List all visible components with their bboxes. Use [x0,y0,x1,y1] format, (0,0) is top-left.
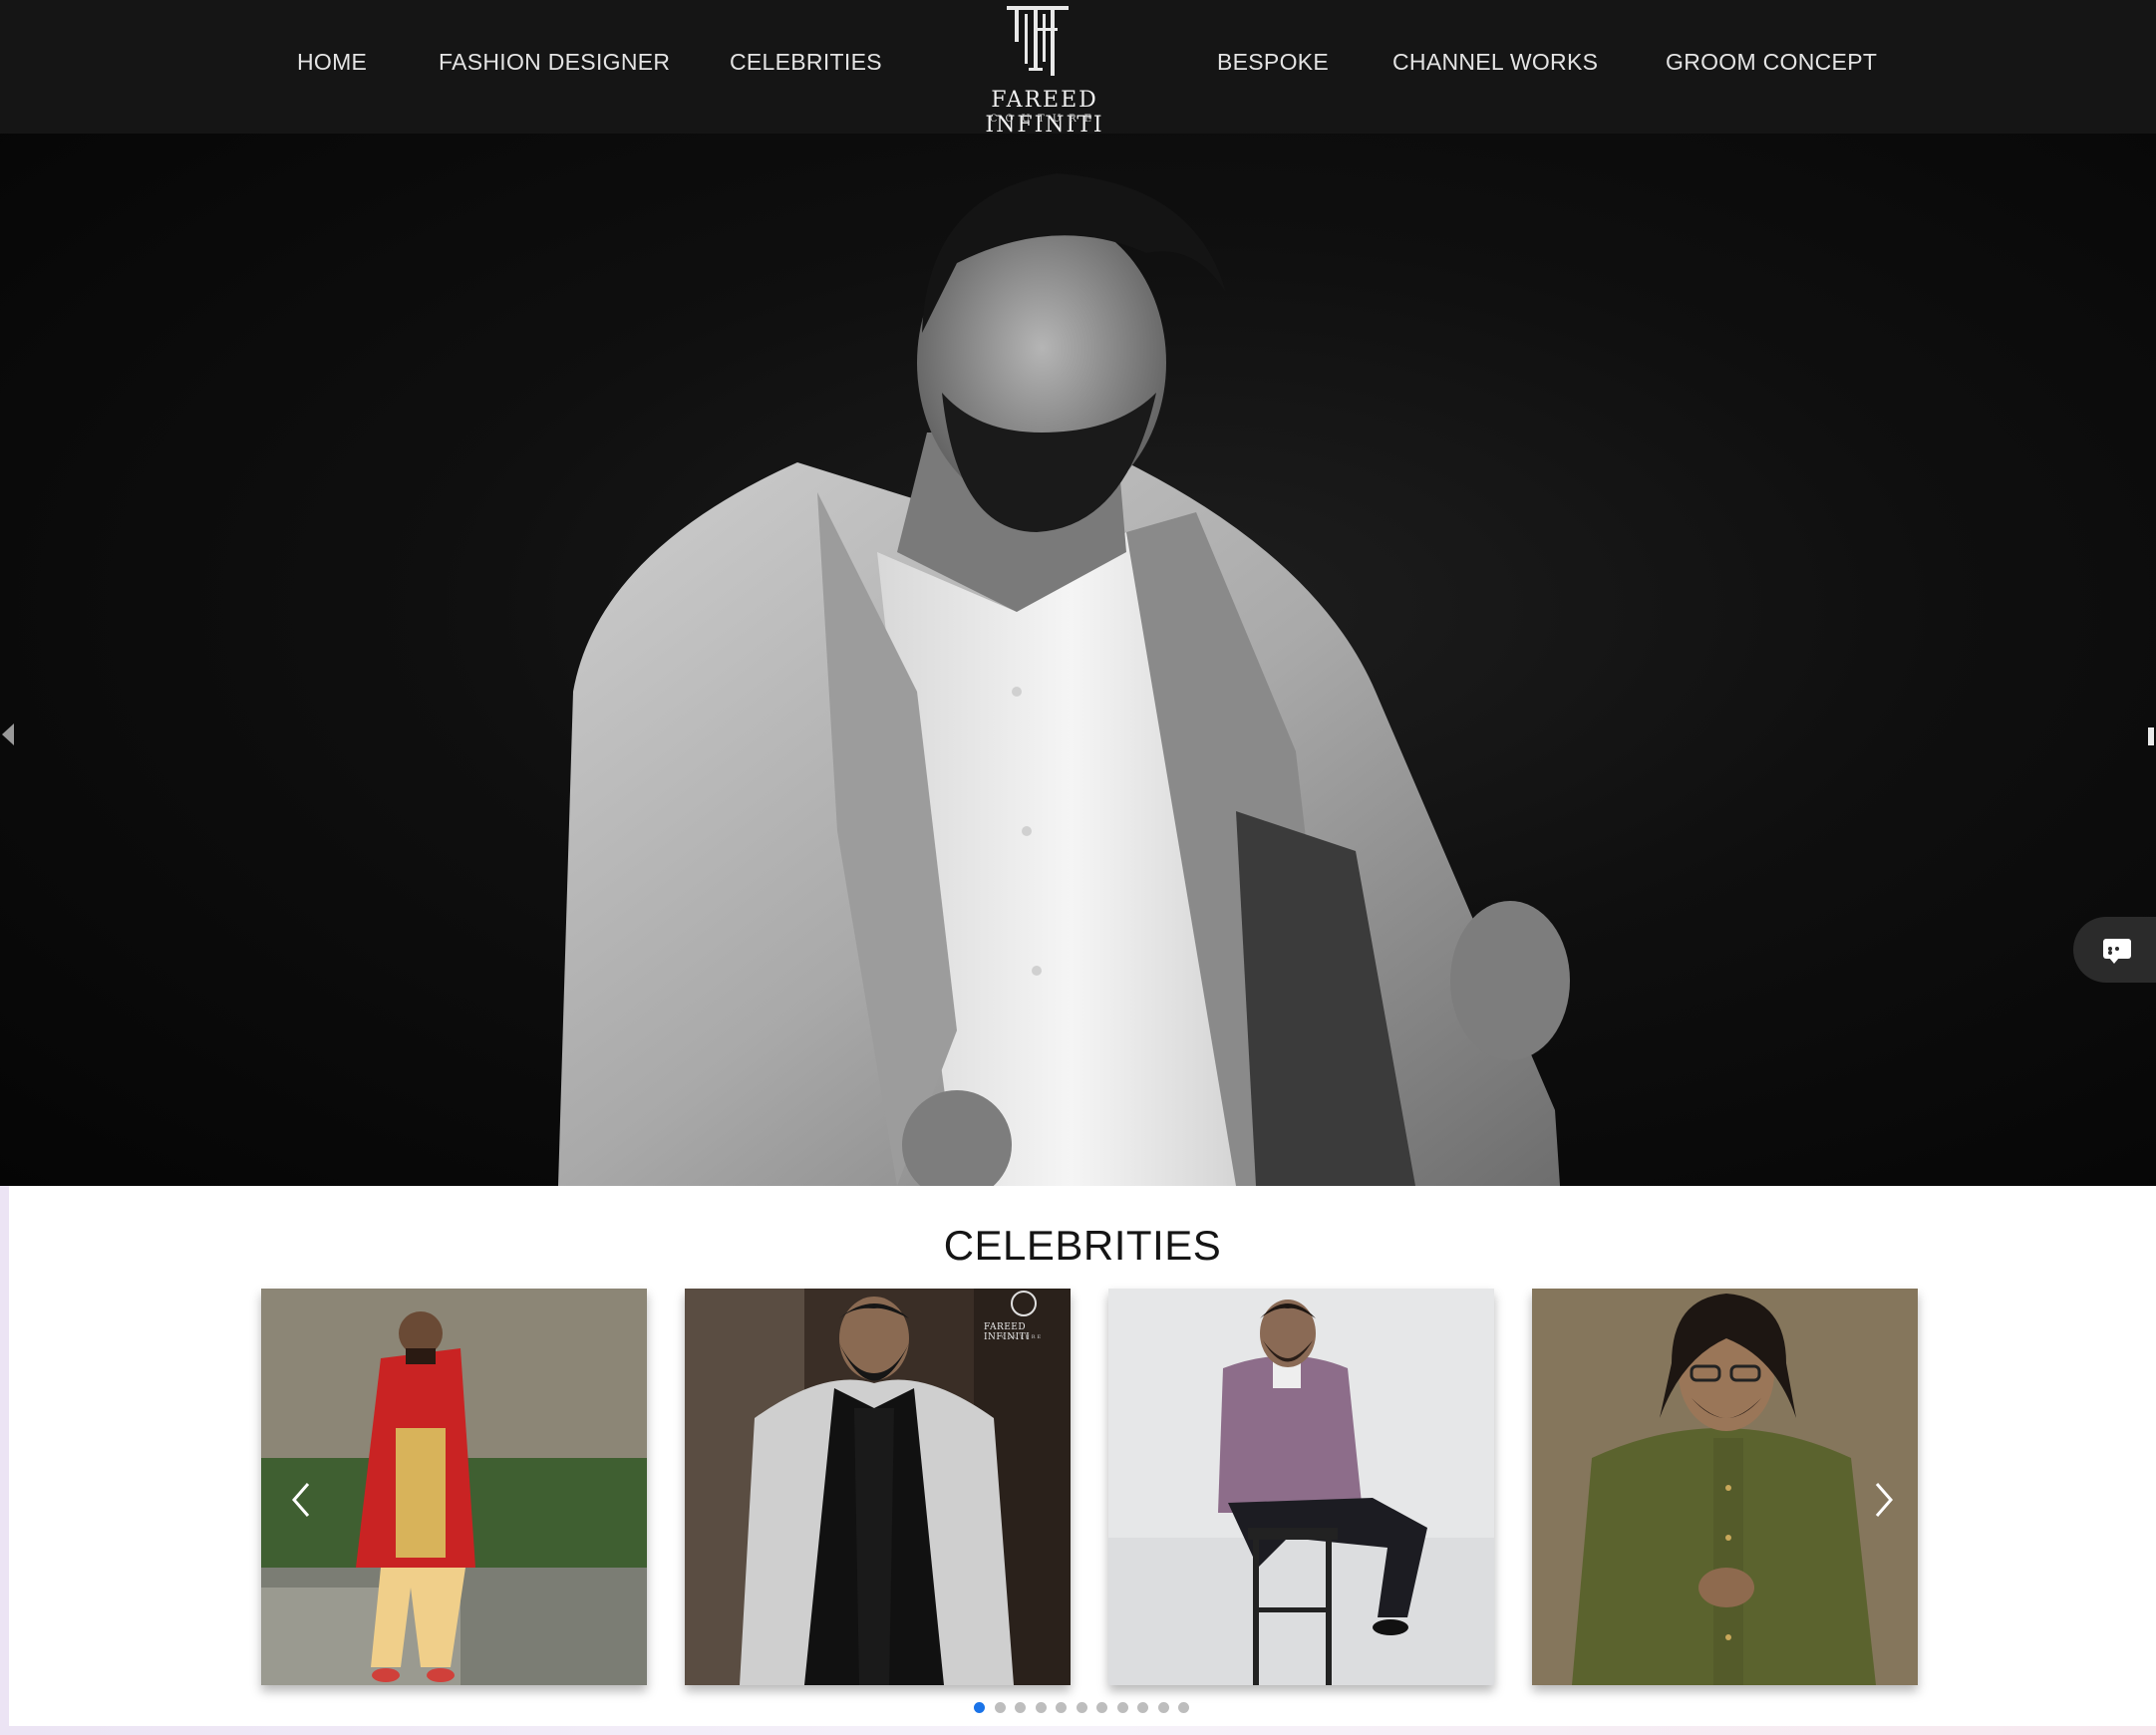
pagination-dot[interactable] [1116,1702,1128,1713]
pagination-dot[interactable] [1096,1702,1107,1713]
nav-bespoke[interactable]: BESPOKE [1217,49,1329,76]
pagination-dot[interactable] [1076,1702,1087,1713]
hero-slider [0,134,2156,1186]
pagination-dot[interactable] [1035,1702,1047,1713]
pagination-dot[interactable] [1137,1702,1148,1713]
celebrity-card-3[interactable] [1108,1289,1494,1685]
nav-celebrities[interactable]: CELEBRITIES [730,49,882,76]
celebrity-card-1[interactable] [261,1289,647,1685]
section-title: CELEBRITIES [943,1222,1222,1269]
chat-button[interactable] [2073,917,2156,983]
card-watermark-sub: COUTURE [1002,1334,1044,1340]
site-logo[interactable]: FAREED INFINITI COUTURE [934,2,1155,138]
celebrities-section: CELEBRITIES FAREED INFINITI COUTURE [9,1186,2156,1726]
logo-subtitle: COUTURE [989,114,1100,125]
hero-image [558,173,1570,1186]
pagination-dot[interactable] [1157,1702,1169,1713]
carousel-prev-icon[interactable] [288,1480,314,1520]
hero-next-icon[interactable] [2148,727,2154,745]
fi-monogram-icon [1007,6,1082,91]
nav-channel-works[interactable]: CHANNEL WORKS [1392,49,1598,76]
pagination-dot[interactable] [1056,1702,1067,1713]
celebrity-card-2[interactable]: FAREED INFINITI COUTURE [685,1289,1071,1685]
pagination-dot[interactable] [1015,1702,1026,1713]
hero-prev-icon[interactable] [2,723,14,745]
carousel-next-icon[interactable] [1871,1480,1897,1520]
pagination-dot[interactable] [1178,1702,1189,1713]
pagination-dot[interactable] [994,1702,1006,1713]
logo-title: FAREED INFINITI [985,88,1104,138]
pagination-dot[interactable] [974,1702,985,1713]
nav-home[interactable]: HOME [297,49,367,76]
site-header: HOME FASHION DESIGNER CELEBRITIES FAREED… [0,0,2156,138]
chat-bubble-icon [2103,939,2131,964]
nav-groom-concept[interactable]: GROOM CONCEPT [1666,49,1877,76]
nav-fashion-designer[interactable]: FASHION DESIGNER [439,49,670,76]
celebrity-card-4[interactable] [1532,1289,1918,1685]
